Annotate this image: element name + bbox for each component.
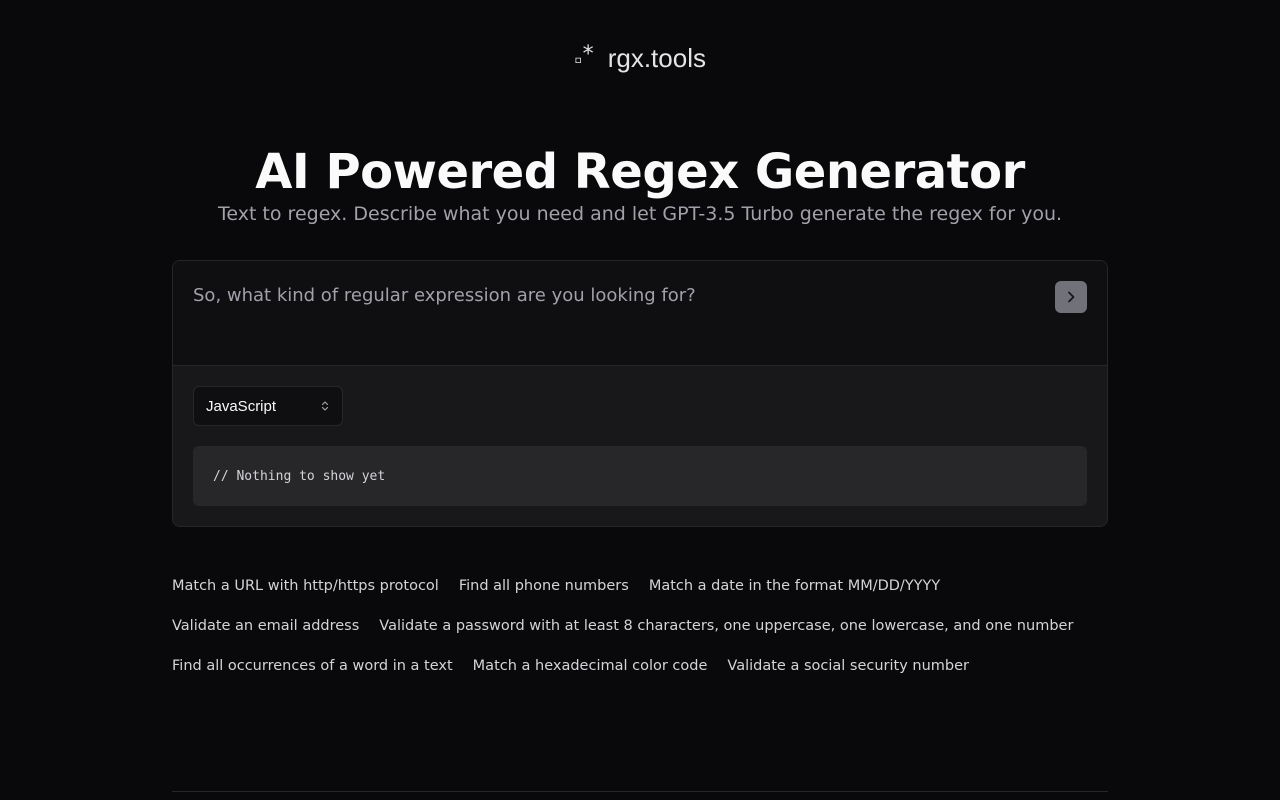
- chevron-right-icon: [1068, 291, 1075, 303]
- submit-button[interactable]: [1055, 281, 1087, 313]
- suggestion-url[interactable]: Match a URL with http/https protocol: [172, 574, 439, 598]
- prompt-area: [173, 261, 1107, 366]
- language-select[interactable]: JavaScript: [193, 386, 343, 426]
- regex-description-input[interactable]: [193, 281, 1033, 311]
- suggestion-date[interactable]: Match a date in the format MM/DD/YYYY: [649, 574, 940, 598]
- output-area: JavaScript // Nothing to show yet: [173, 366, 1107, 526]
- regex-dot-star-icon: ▫*: [574, 42, 595, 68]
- language-select-value: JavaScript: [206, 397, 277, 415]
- regex-output: // Nothing to show yet: [193, 446, 1087, 506]
- suggestion-ssn[interactable]: Validate a social security number: [727, 654, 969, 678]
- suggestion-email[interactable]: Validate an email address: [172, 614, 359, 638]
- suggestion-word[interactable]: Find all occurrences of a word in a text: [172, 654, 453, 678]
- page: ▫* rgx.tools AI Powered Regex Generator …: [0, 0, 1280, 800]
- suggestion-phone[interactable]: Find all phone numbers: [459, 574, 629, 598]
- site-name: rgx.tools: [607, 42, 706, 73]
- page-title: AI Powered Regex Generator: [255, 144, 1025, 200]
- suggestion-password[interactable]: Validate a password with at least 8 char…: [379, 614, 1073, 638]
- generator-card: JavaScript // Nothing to show yet: [172, 260, 1108, 527]
- example-suggestions: Match a URL with http/https protocol Fin…: [172, 574, 1112, 678]
- site-logo[interactable]: ▫* rgx.tools: [0, 40, 1280, 75]
- suggestion-hex-color[interactable]: Match a hexadecimal color code: [473, 654, 708, 678]
- footer-divider: [172, 791, 1108, 792]
- chevron-up-down-icon: [321, 401, 329, 411]
- page-subtitle: Text to regex. Describe what you need an…: [217, 203, 1063, 225]
- regex-output-text: // Nothing to show yet: [213, 468, 386, 484]
